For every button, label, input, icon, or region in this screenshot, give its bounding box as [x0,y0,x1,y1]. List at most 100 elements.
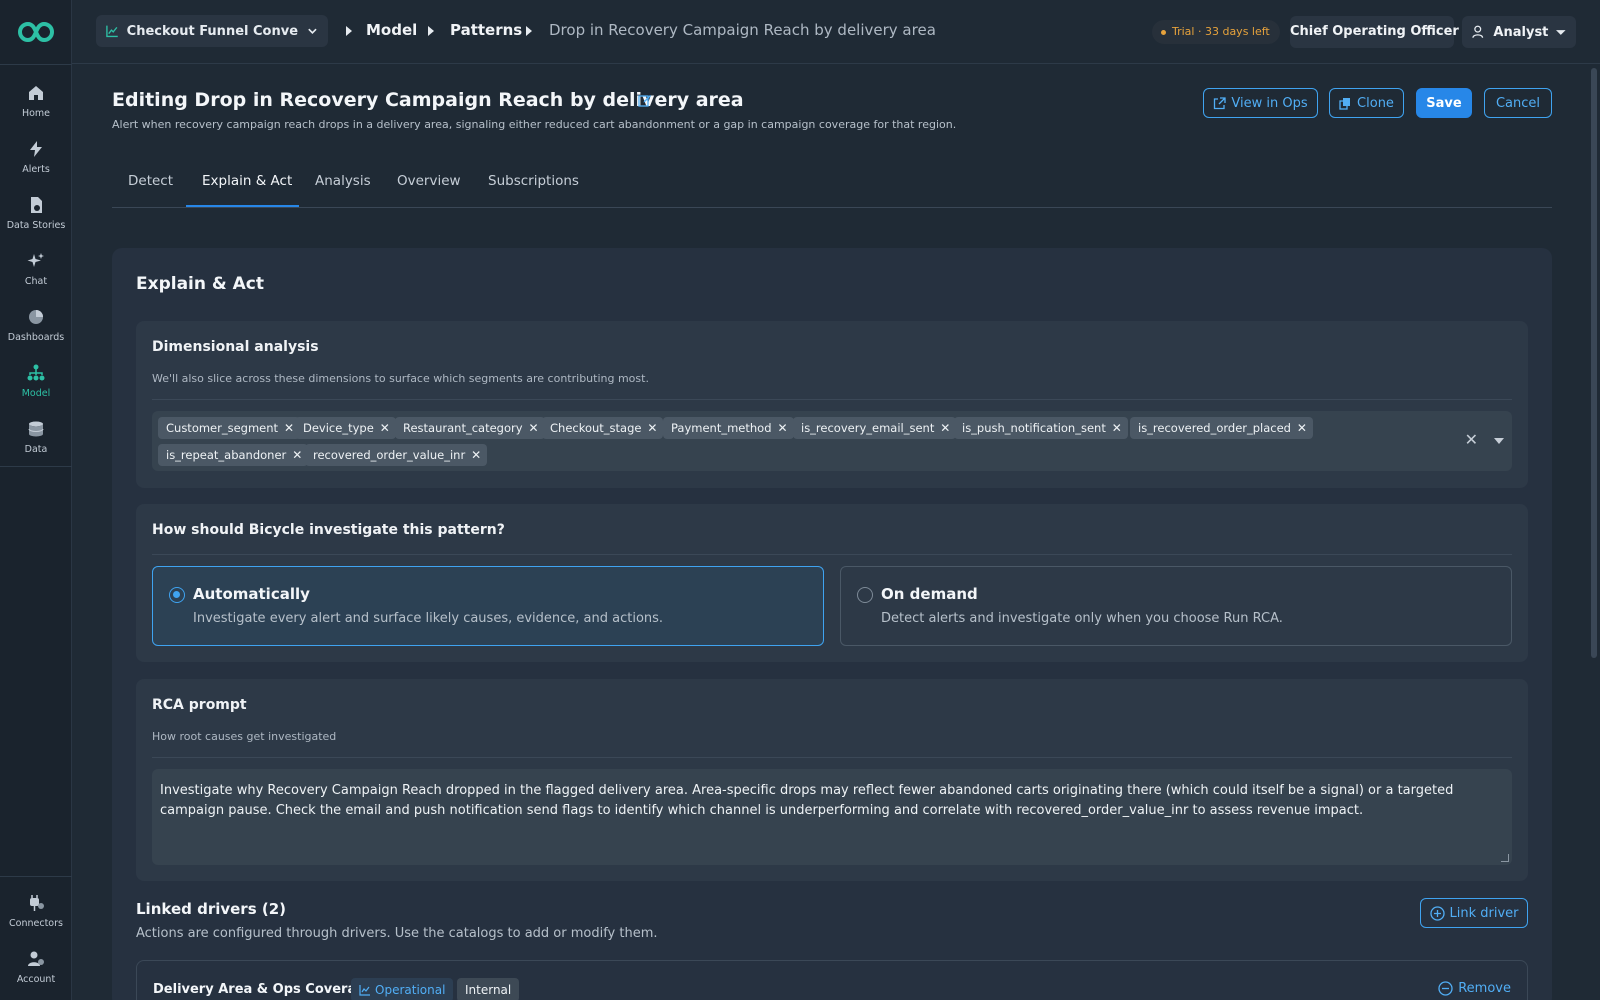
dimension-chip: Restaurant_category ✕ [395,417,545,439]
home-icon [29,86,43,100]
save-button[interactable]: Save [1416,88,1472,118]
radio-button[interactable] [169,587,185,603]
tab-explain-act[interactable]: Explain & Act [202,173,292,189]
page-description: Alert when recovery campaign reach drops… [112,118,957,131]
breadcrumb-model[interactable]: Model [366,21,417,39]
sidebar-divider [0,64,72,65]
user-menu[interactable]: Analyst [1462,16,1576,48]
sidebar-item-model[interactable]: Model [0,364,72,416]
plug-icon [30,895,44,911]
chip-remove-icon[interactable]: ✕ [284,417,294,439]
rca-prompt-subtitle: How root causes get investigated [152,730,337,743]
chip-remove-icon[interactable]: ✕ [647,417,657,439]
dimension-chip: recovered_order_value_inr ✕ [305,444,488,466]
breadcrumb-separator-icon [346,26,352,36]
option-automatically[interactable]: Automatically Investigate every alert an… [152,566,824,646]
chip-remove-icon[interactable]: ✕ [380,417,390,439]
sidebar-item-data-stories[interactable]: Data Stories [0,196,72,248]
sparkle-icon [27,253,44,267]
remove-driver-button[interactable]: Remove [1438,981,1511,996]
dimensional-analysis-panel: Dimensional analysis We'll also slice ac… [136,321,1528,488]
chip-remove-icon[interactable]: ✕ [471,444,481,466]
driver-type-badge: Operational [351,978,454,1000]
resize-handle-icon[interactable] [1501,854,1509,862]
workspace-selector[interactable]: Checkout Funnel Conver... [96,15,328,47]
caret-down-icon [1556,30,1566,35]
view-in-ops-label: View in Ops [1231,95,1308,111]
chip-label: recovered_order_value_inr [313,448,466,462]
tab-analysis[interactable]: Analysis [315,173,371,189]
sidebar-divider [0,466,72,467]
option-on-demand[interactable]: On demand Detect alerts and investigate … [840,566,1512,646]
clear-all-icon[interactable]: ✕ [1465,430,1478,449]
chip-remove-icon[interactable]: ✕ [777,417,787,439]
bicycle-logo-icon[interactable] [16,18,56,46]
user-role-label: Analyst [1493,24,1549,40]
minus-circle-icon [1438,981,1453,996]
panel-divider [152,399,1512,400]
rca-prompt-text: Investigate why Recovery Campaign Reach … [160,783,1454,818]
dimension-chip: Checkout_stage ✕ [542,417,664,439]
linked-drivers-subtitle: Actions are configured through drivers. … [136,926,658,941]
breadcrumb-separator-icon [526,26,532,36]
chip-remove-icon[interactable]: ✕ [528,417,538,439]
link-driver-button[interactable]: Link driver [1420,898,1528,928]
option-title: Automatically [193,585,310,603]
sidebar-item-label: Data Stories [6,220,66,231]
clone-label: Clone [1357,95,1394,111]
chip-remove-icon[interactable]: ✕ [292,444,302,466]
sidebar-divider [0,876,72,877]
sidebar-item-connectors[interactable]: Connectors [0,894,72,946]
chevron-down-icon [308,28,317,34]
driver-name: Delivery Area & Ops Coverage [153,982,375,997]
trial-badge[interactable]: Trial · 33 days left [1152,20,1280,44]
role-label[interactable]: Chief Operating Officer [1290,16,1459,48]
sidebar-item-chat[interactable]: Chat [0,252,72,304]
sidebar-item-label: Account [16,974,56,985]
clone-button[interactable]: Clone [1329,88,1404,118]
sidebar-item-alerts[interactable]: Alerts [0,140,72,192]
scrollbar[interactable] [1588,64,1600,1000]
edit-title-icon[interactable] [638,93,652,107]
view-in-ops-button[interactable]: View in Ops [1203,88,1318,118]
chip-label: is_push_notification_sent [962,421,1106,435]
tab-bar: Detect Explain & Act Analysis Overview S… [112,166,1552,208]
tab-subscriptions[interactable]: Subscriptions [488,173,579,189]
rca-prompt-panel: RCA prompt How root causes get investiga… [136,679,1528,881]
breadcrumb-patterns[interactable]: Patterns [450,21,522,39]
rca-prompt-textarea[interactable]: Investigate why Recovery Campaign Reach … [152,769,1512,865]
user-icon [1472,25,1484,38]
caret-down-icon[interactable] [1494,438,1504,444]
plus-circle-icon [1429,905,1445,921]
external-link-icon [1214,96,1227,109]
sidebar-item-account[interactable]: Account [0,950,72,1000]
sidebar-item-home[interactable]: Home [0,84,72,136]
tab-detect[interactable]: Detect [128,173,173,189]
driver-type-label: Operational [375,983,446,997]
sidebar-item-data[interactable]: Data [0,420,72,472]
line-chart-icon [359,985,370,996]
breadcrumb-current: Drop in Recovery Campaign Reach by deliv… [549,21,936,39]
chip-remove-icon[interactable]: ✕ [1297,417,1307,439]
chip-label: Customer_segment [166,421,279,435]
sidebar-item-dashboards[interactable]: Dashboards [0,308,72,360]
scrollbar-thumb[interactable] [1591,68,1597,658]
cancel-button[interactable]: Cancel [1484,88,1552,118]
panel-divider [152,757,1512,758]
database-icon [28,421,44,437]
dimension-chip: is_recovery_email_sent ✕ [793,417,957,439]
linked-drivers-title: Linked drivers (2) [136,900,287,918]
panel-divider [152,554,1512,555]
dimension-chip: Payment_method ✕ [663,417,794,439]
radio-button[interactable] [857,587,873,603]
tab-overview[interactable]: Overview [397,173,461,189]
rca-prompt-title: RCA prompt [152,697,247,713]
workspace-label: Checkout Funnel Conver... [126,23,300,39]
sidebar-item-label: Dashboards [7,332,65,343]
dimension-multiselect[interactable]: Customer_segment ✕ Device_type ✕ Restauran… [152,411,1512,471]
dimension-chip: is_repeat_abandoner ✕ [158,444,309,466]
sidebar-item-label: Home [21,108,51,119]
line-chart-icon [106,25,118,38]
chip-remove-icon[interactable]: ✕ [940,417,950,439]
chip-remove-icon[interactable]: ✕ [1112,417,1122,439]
